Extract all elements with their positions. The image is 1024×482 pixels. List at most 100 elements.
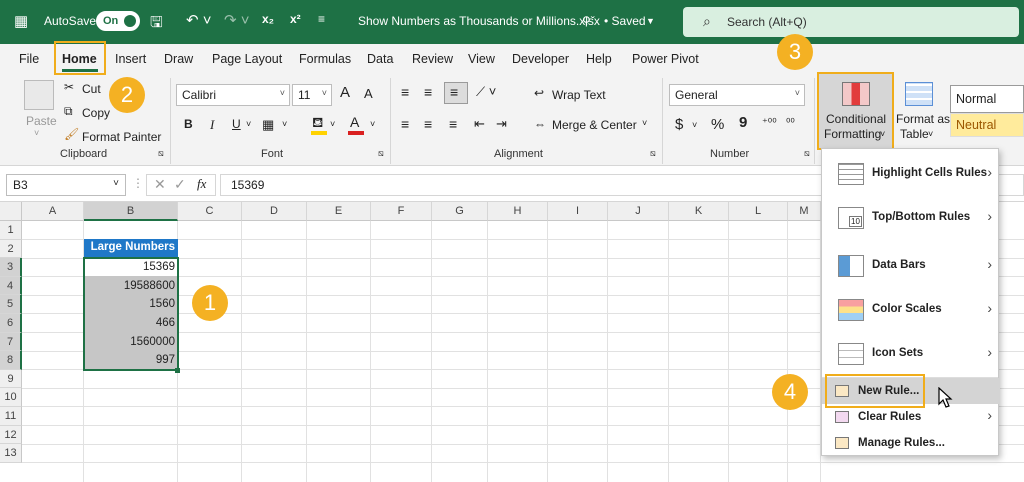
paste-dropdown-icon[interactable]: ˅	[34, 128, 39, 138]
font-size-combo[interactable]: 11 ˅	[292, 84, 332, 106]
row-header[interactable]: 8	[0, 351, 22, 370]
format-as-table-label-2[interactable]: Table	[900, 127, 929, 141]
format-painter-label[interactable]: Format Painter	[82, 130, 161, 144]
subscript-icon[interactable]: x₂	[262, 12, 274, 26]
copy-label[interactable]: Copy	[82, 106, 110, 120]
saved-status[interactable]: • Saved	[604, 14, 646, 28]
row-header[interactable]: 6	[0, 314, 22, 333]
row-header[interactable]: 4	[0, 276, 22, 296]
column-header[interactable]: C	[178, 202, 242, 221]
select-all-corner[interactable]	[0, 202, 22, 221]
column-header[interactable]: J	[608, 202, 669, 221]
style-normal[interactable]: Normal	[950, 85, 1024, 113]
italic-button[interactable]: I	[210, 117, 214, 133]
font-color-icon[interactable]: A	[350, 114, 359, 130]
customize-qat-icon[interactable]: ≡	[318, 12, 325, 26]
borders-dropdown-icon[interactable]: ˅	[282, 119, 287, 129]
menu-item-clear-rules[interactable]: Clear Rules ›	[822, 405, 1000, 429]
column-header[interactable]: B	[84, 202, 178, 221]
tab-formulas[interactable]: Formulas	[299, 52, 351, 66]
font-color-dropdown-icon[interactable]: ˅	[370, 119, 375, 129]
data-cell[interactable]: 466	[84, 314, 178, 333]
data-cell[interactable]: 1560000	[84, 333, 178, 352]
tab-file[interactable]: File	[19, 52, 39, 66]
align-right-icon[interactable]: ≡	[449, 116, 457, 132]
column-header[interactable]: E	[307, 202, 371, 221]
tab-insert[interactable]: Insert	[115, 52, 146, 66]
increase-decimal-icon[interactable]: ⁺⁰⁰	[762, 116, 777, 129]
wrap-text-icon[interactable]: ↩	[534, 86, 544, 100]
align-center-icon[interactable]: ≡	[424, 116, 432, 132]
row-header[interactable]: 5	[0, 295, 22, 314]
menu-item-manage-rules[interactable]: Manage Rules...	[822, 431, 1000, 455]
table-header-cell[interactable]: Large Numbers	[84, 239, 178, 257]
column-header[interactable]: F	[371, 202, 432, 221]
paste-icon[interactable]	[24, 80, 54, 110]
menu-item-icon-sets[interactable]: Icon Sets ›	[822, 341, 1000, 367]
row-header[interactable]: 1	[0, 221, 22, 240]
insert-function-button[interactable]: fx	[197, 176, 206, 192]
number-format-combo[interactable]: General ˅	[669, 84, 805, 106]
decrease-indent-icon[interactable]: ⇤	[474, 116, 485, 132]
paste-label[interactable]: Paste	[26, 114, 57, 128]
row-header[interactable]: 2	[0, 239, 22, 259]
grow-font-icon[interactable]: A	[340, 84, 350, 101]
format-painter-icon[interactable]: 🖌	[64, 127, 79, 141]
column-header[interactable]: D	[242, 202, 307, 221]
cut-icon[interactable]: ✂	[64, 80, 74, 94]
menu-item-highlight-cells-rules[interactable]: Highlight Cells Rules ›	[822, 161, 1000, 187]
tab-developer[interactable]: Developer	[512, 52, 569, 66]
currency-dropdown-icon[interactable]: ˅	[692, 120, 697, 130]
data-cell[interactable]: 15369	[84, 258, 178, 277]
row-header[interactable]: 11	[0, 407, 22, 426]
column-header[interactable]: H	[488, 202, 548, 221]
superscript-icon[interactable]: x²	[290, 12, 301, 26]
column-header[interactable]: L	[729, 202, 788, 221]
percent-icon[interactable]: %	[711, 116, 724, 133]
column-header[interactable]: M	[788, 202, 821, 221]
tab-view[interactable]: View	[468, 52, 495, 66]
tab-power-pivot[interactable]: Power Pivot	[632, 52, 699, 66]
format-as-table-icon[interactable]	[905, 82, 933, 106]
menu-item-color-scales[interactable]: Color Scales ›	[822, 297, 1000, 323]
excel-grid-icon[interactable]: ▦	[14, 12, 28, 30]
currency-icon[interactable]: $	[675, 116, 683, 133]
data-cell[interactable]: 1560	[84, 295, 178, 314]
column-header[interactable]: A	[22, 202, 84, 221]
tab-draw[interactable]: Draw	[164, 52, 193, 66]
saved-dropdown-icon[interactable]: ▼	[646, 16, 655, 26]
tab-help[interactable]: Help	[586, 52, 612, 66]
number-launcher-icon[interactable]: ⧅	[804, 148, 810, 159]
menu-item-top-bottom-rules[interactable]: 10 Top/Bottom Rules ›	[822, 205, 1000, 231]
alignment-launcher-icon[interactable]: ⧅	[650, 148, 656, 159]
comma-style-icon[interactable]: 9	[739, 114, 747, 131]
decrease-decimal-icon[interactable]: ⁰⁰	[786, 116, 795, 129]
merge-center-label[interactable]: Merge & Center	[552, 118, 637, 132]
data-cell[interactable]: 997	[84, 351, 178, 370]
align-middle-icon[interactable]: ≡	[424, 84, 432, 100]
enter-icon[interactable]: ✓	[174, 176, 186, 193]
search-box[interactable]: ⌕ Search (Alt+Q)	[683, 7, 1019, 37]
underline-dropdown-icon[interactable]: ˅	[246, 119, 251, 129]
shrink-font-icon[interactable]: A	[364, 86, 373, 101]
underline-button[interactable]: U	[232, 117, 241, 131]
font-name-combo[interactable]: Calibri ˅	[176, 84, 290, 106]
borders-icon[interactable]: ▦	[262, 117, 274, 133]
tab-review[interactable]: Review	[412, 52, 453, 66]
row-header[interactable]: 7	[0, 332, 22, 352]
autosave-toggle[interactable]: On	[96, 11, 140, 31]
cut-label[interactable]: Cut	[82, 82, 101, 96]
menu-item-data-bars[interactable]: Data Bars ›	[822, 253, 1000, 279]
undo-icon[interactable]: ↶ ˅	[186, 11, 212, 29]
orientation-icon[interactable]: ⟋ ˅	[476, 84, 496, 100]
format-as-table-label-1[interactable]: Format as	[896, 112, 950, 126]
row-header[interactable]: 9	[0, 369, 22, 389]
row-header[interactable]: 3	[0, 258, 22, 277]
fill-color-dropdown-icon[interactable]: ˅	[330, 119, 335, 129]
row-header[interactable]: 12	[0, 425, 22, 445]
redo-icon[interactable]: ↷ ˅	[224, 11, 250, 29]
increase-indent-icon[interactable]: ⇥	[496, 116, 507, 132]
save-icon[interactable]: 🖫	[150, 12, 163, 37]
name-box[interactable]: B3 ˅	[6, 174, 126, 196]
merge-center-icon[interactable]: ⇔	[534, 117, 546, 131]
